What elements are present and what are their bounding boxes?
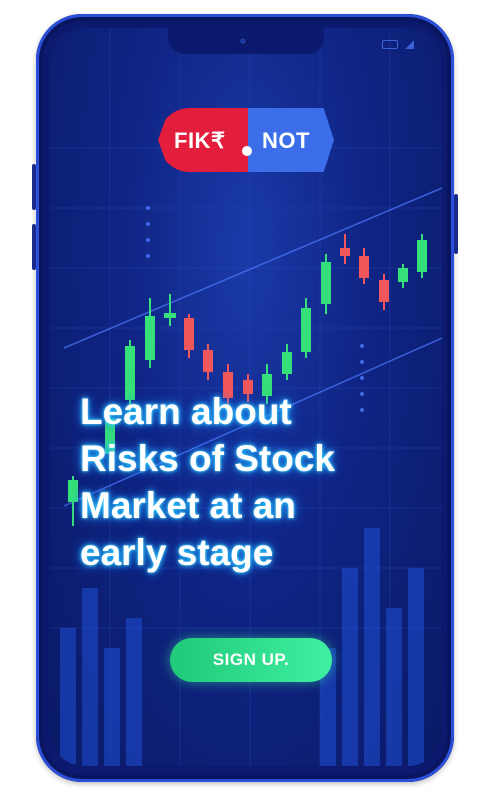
phone-power-button: [454, 194, 458, 254]
sign-up-button[interactable]: SIGN UP.: [170, 638, 332, 682]
battery-icon: [382, 40, 398, 49]
headline-line-2: Risks of Stock: [80, 438, 335, 479]
headline-line-1: Learn about: [80, 391, 292, 432]
signal-icon: [404, 40, 414, 49]
headline: Learn about Risks of Stock Market at an …: [80, 388, 420, 576]
headline-line-4: early stage: [80, 532, 274, 573]
logo-text-not: NOT: [262, 128, 310, 153]
headline-line-3: Market at an: [80, 485, 296, 526]
camera-icon: [238, 36, 248, 46]
status-bar: [382, 40, 414, 49]
phone-notch: [168, 28, 324, 54]
logo-text-fikr: FIK₹: [174, 128, 226, 153]
fikrnot-logo: FIK₹ NOT: [158, 108, 334, 172]
phone-side-button: [32, 224, 36, 270]
logo-dot: [242, 146, 252, 156]
phone-screen: FIK₹ NOT Learn about Risks of Stock Mark…: [50, 28, 442, 766]
phone-side-button: [32, 164, 36, 210]
